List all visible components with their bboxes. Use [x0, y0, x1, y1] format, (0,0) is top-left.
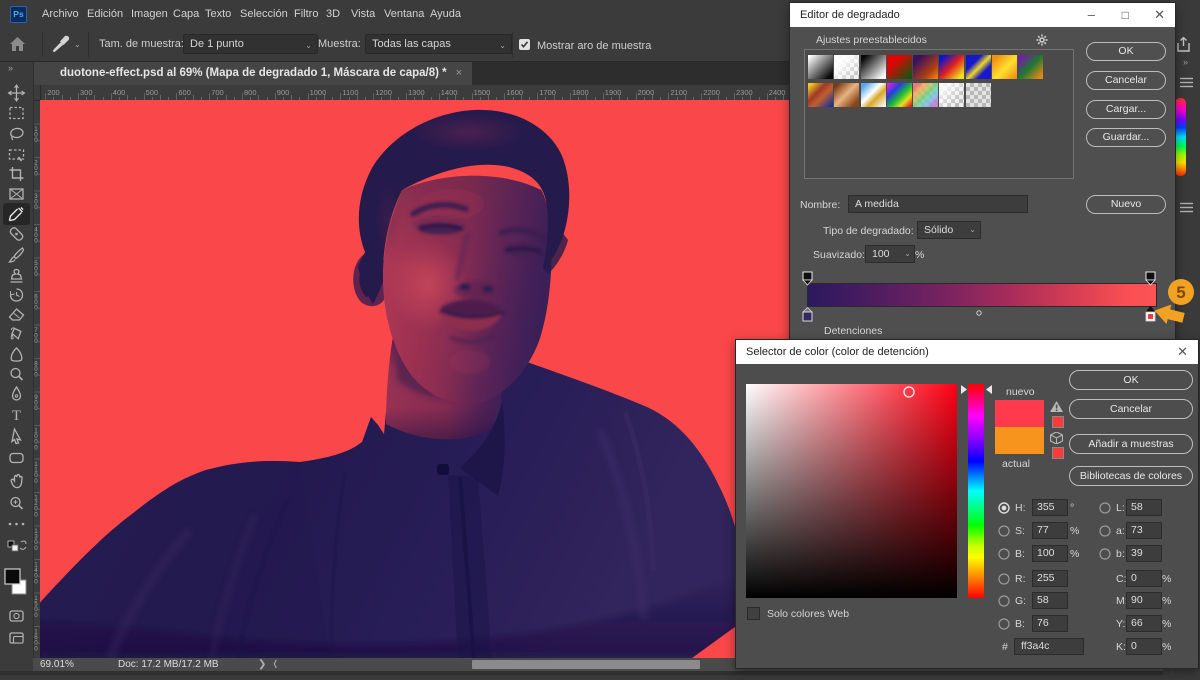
svg-text:1400: 1400	[34, 562, 38, 586]
svg-text:1000: 1000	[34, 428, 38, 452]
svg-text:1100: 1100	[34, 461, 38, 485]
svg-text:300: 300	[34, 193, 38, 211]
svg-text:5: 5	[1176, 283, 1185, 302]
svg-text:600: 600	[34, 294, 38, 312]
svg-text:400: 400	[34, 227, 38, 245]
svg-text:100: 100	[34, 126, 38, 144]
svg-text:1300: 1300	[34, 528, 38, 552]
svg-text:1600: 1600	[34, 629, 38, 653]
svg-text:500: 500	[34, 260, 38, 278]
svg-text:700: 700	[34, 327, 38, 345]
svg-text:800: 800	[34, 361, 38, 379]
svg-text:1500: 1500	[34, 595, 38, 619]
svg-text:200: 200	[34, 160, 38, 178]
svg-text:1200: 1200	[34, 495, 38, 519]
svg-text:T: T	[12, 408, 21, 424]
svg-text:900: 900	[34, 394, 38, 412]
